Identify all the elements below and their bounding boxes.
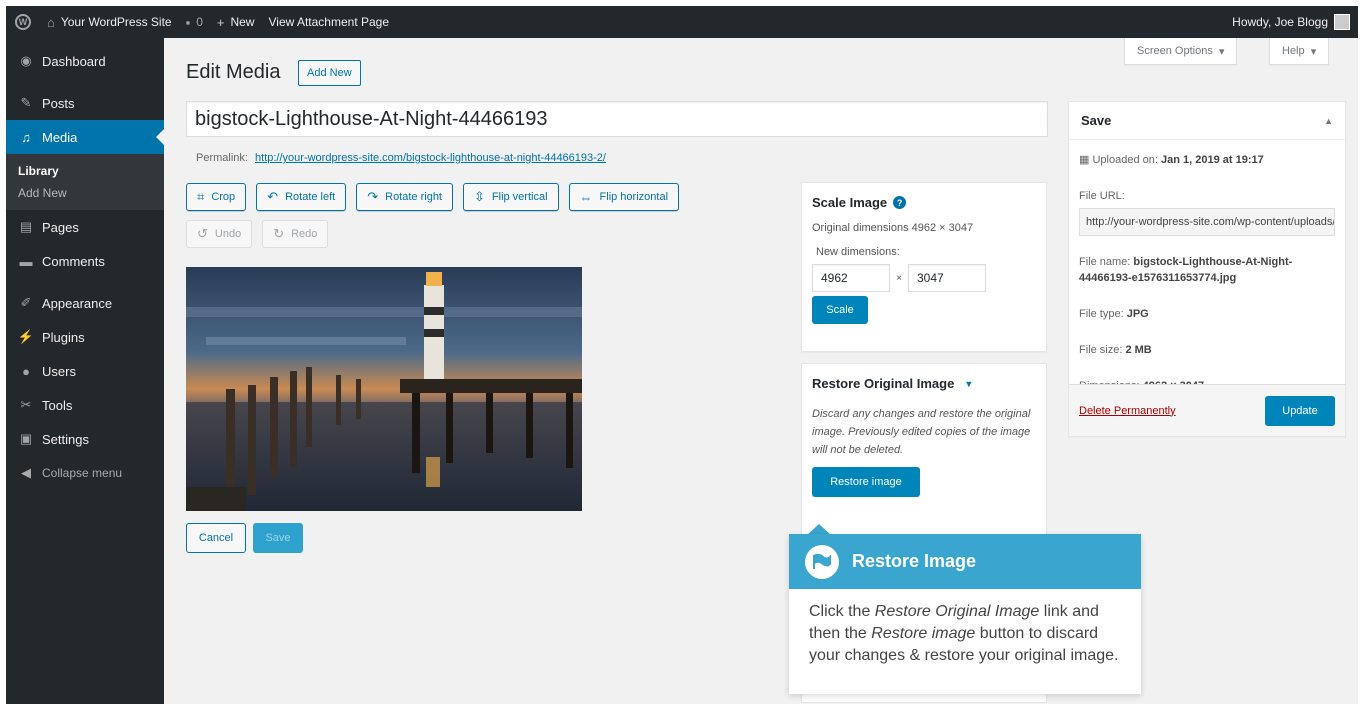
save-panel: Save ▲ ▦ Uploaded on: Jan 1, 2019 at 19:… <box>1068 101 1346 437</box>
sidebar-item-posts[interactable]: ✎ Posts <box>6 86 164 120</box>
add-new-button[interactable]: Add New <box>298 60 361 86</box>
flip-vertical-button[interactable]: ⇳ Flip vertical <box>463 183 559 211</box>
help-icon[interactable]: ? <box>893 196 907 209</box>
delete-permanently-link[interactable]: Delete Permanently <box>1079 405 1176 417</box>
undo-redo-toolbar: ↺ Undo ↻ Redo <box>186 220 329 248</box>
restore-image-button[interactable]: Restore image <box>812 467 920 497</box>
rotate-left-icon: ↶ <box>267 189 279 204</box>
help-tab[interactable]: Help ▾ <box>1269 38 1330 65</box>
wp-admin-window: W ⌂ Your WordPress Site ▪ 0 + New View A… <box>6 6 1358 704</box>
rotate-right-button[interactable]: ↷ Rotate right <box>356 183 453 211</box>
site-name-link[interactable]: ⌂ Your WordPress Site <box>40 6 179 38</box>
redo-button[interactable]: ↻ Redo <box>262 220 329 248</box>
admin-sidebar: ◉ Dashboard ✎ Posts ♫ Media Library Add … <box>6 38 164 704</box>
sidebar-item-pages[interactable]: ▤ Pages <box>6 210 164 244</box>
scale-image-heading: Scale Image <box>812 195 888 210</box>
redo-icon: ↻ <box>273 226 285 241</box>
home-icon: ⌂ <box>47 14 55 30</box>
cancel-edit-button[interactable]: Cancel <box>186 523 246 553</box>
original-dimensions: Original dimensions 4962 × 3047 <box>812 222 974 234</box>
calendar-icon: ▦ <box>1079 154 1090 166</box>
view-attachment-link[interactable]: View Attachment Page <box>261 6 396 38</box>
rotate-right-icon: ↷ <box>367 189 379 204</box>
tooltip-title: Restore Image <box>852 551 977 571</box>
sidebar-item-tools[interactable]: ✂ Tools <box>6 388 164 422</box>
file-url-label: File URL: <box>1079 190 1125 202</box>
restore-heading: Restore Original Image <box>812 376 955 391</box>
media-image-preview[interactable] <box>186 267 582 511</box>
file-size: File size: 2 MB <box>1079 344 1152 356</box>
dashboard-icon: ◉ <box>20 53 32 68</box>
settings-icon: ▣ <box>19 431 33 446</box>
comment-icon: ▪ <box>185 14 191 30</box>
collapse-icon: ◀ <box>21 465 31 480</box>
crop-button[interactable]: ⌗ Crop <box>186 183 247 211</box>
sidebar-item-media[interactable]: ♫ Media <box>6 120 164 154</box>
undo-icon: ↺ <box>197 226 208 241</box>
flag-icon <box>805 544 839 579</box>
sidebar-item-plugins[interactable]: ⚡ Plugins <box>6 320 164 354</box>
save-edit-button[interactable]: Save <box>253 523 303 553</box>
sidebar-item-comments[interactable]: ▬ Comments <box>6 244 164 278</box>
image-edit-toolbar: ⌗ Crop ↶ Rotate left ↷ Rotate right ⇳ Flip v… <box>186 183 680 211</box>
page-icon: ▤ <box>19 219 33 234</box>
file-url-input[interactable]: http://your-wordpress-site.com/wp-conten… <box>1079 208 1335 236</box>
tooltip-body: Click the Restore Original Image link an… <box>809 603 1119 664</box>
sidebar-item-settings[interactable]: ▣ Settings <box>6 422 164 456</box>
plug-icon: ⚡ <box>17 329 35 344</box>
permalink: Permalink: http://your-wordpress-site.co… <box>196 152 606 164</box>
new-content-link[interactable]: + New <box>210 6 262 38</box>
restore-toggle[interactable]: Restore Original Image ▼ <box>812 376 1036 391</box>
rotate-left-button[interactable]: ↶ Rotate left <box>256 183 347 211</box>
uploaded-on: ▦ Uploaded on: Jan 1, 2019 at 19:17 <box>1079 154 1264 166</box>
avatar <box>1334 14 1350 30</box>
wrench-icon: ✂ <box>20 397 32 412</box>
collapse-menu-button[interactable]: ◀ Collapse menu <box>6 456 164 490</box>
sidebar-item-appearance[interactable]: ✐ Appearance <box>6 286 164 320</box>
caret-down-icon: ▾ <box>1218 45 1225 58</box>
scale-image-panel: Scale Image ? Original dimensions 4962 ×… <box>801 182 1047 352</box>
scale-width-input[interactable]: 4962 <box>812 264 890 292</box>
permalink-url[interactable]: http://your-wordpress-site.com/bigstock-… <box>255 152 606 164</box>
restore-description: Discard any changes and restore the orig… <box>812 408 1031 456</box>
flip-horizontal-button[interactable]: ⇔ Flip horizontal <box>568 183 680 211</box>
comments-link[interactable]: ▪ 0 <box>179 6 210 38</box>
scale-height-input[interactable]: 3047 <box>908 264 986 292</box>
media-submenu: Library Add New <box>6 154 164 210</box>
new-dimensions-label: New dimensions: <box>816 246 900 258</box>
user-icon: ● <box>22 363 30 379</box>
caret-down-icon: ▾ <box>1310 45 1317 58</box>
scale-button[interactable]: Scale <box>812 296 868 324</box>
save-panel-header[interactable]: Save ▲ <box>1069 102 1345 140</box>
plus-icon: + <box>216 14 225 30</box>
media-title-input[interactable]: bigstock-Lighthouse-At-Night-44466193 <box>186 101 1048 137</box>
lighthouse-photo <box>186 267 582 511</box>
page-title: Edit Media <box>186 61 281 83</box>
sidebar-item-dashboard[interactable]: ◉ Dashboard <box>6 44 164 78</box>
undo-button[interactable]: ↺ Undo <box>186 220 253 248</box>
file-type: File type: JPG <box>1079 308 1149 320</box>
caret-up-icon: ▲ <box>1324 115 1333 126</box>
media-icon: ♫ <box>21 129 31 145</box>
submenu-add-new[interactable]: Add New <box>6 182 164 204</box>
comment-icon: ▬ <box>19 253 33 269</box>
screen-options-tab[interactable]: Screen Options ▾ <box>1124 38 1238 65</box>
file-name: File name: bigstock-Lighthouse-At-Night-… <box>1079 256 1293 284</box>
pin-icon: ✎ <box>20 95 32 110</box>
crop-icon: ⌗ <box>197 189 205 204</box>
wordpress-logo-icon[interactable]: W <box>6 6 40 38</box>
flip-horizontal-icon: ⇔ <box>579 189 593 205</box>
caret-down-icon: ▼ <box>964 378 974 389</box>
times-sign: × <box>896 272 902 284</box>
restore-image-tooltip: Restore Image Click the Restore Original… <box>789 534 1141 694</box>
sidebar-item-users[interactable]: ● Users <box>6 354 164 388</box>
update-button[interactable]: Update <box>1265 395 1335 426</box>
submenu-library[interactable]: Library <box>6 160 164 182</box>
account-menu[interactable]: Howdy, Joe Blogg <box>1225 6 1358 38</box>
admin-bar: W ⌂ Your WordPress Site ▪ 0 + New View A… <box>6 6 1358 38</box>
brush-icon: ✐ <box>20 295 32 310</box>
flip-vertical-icon: ⇳ <box>474 189 485 204</box>
